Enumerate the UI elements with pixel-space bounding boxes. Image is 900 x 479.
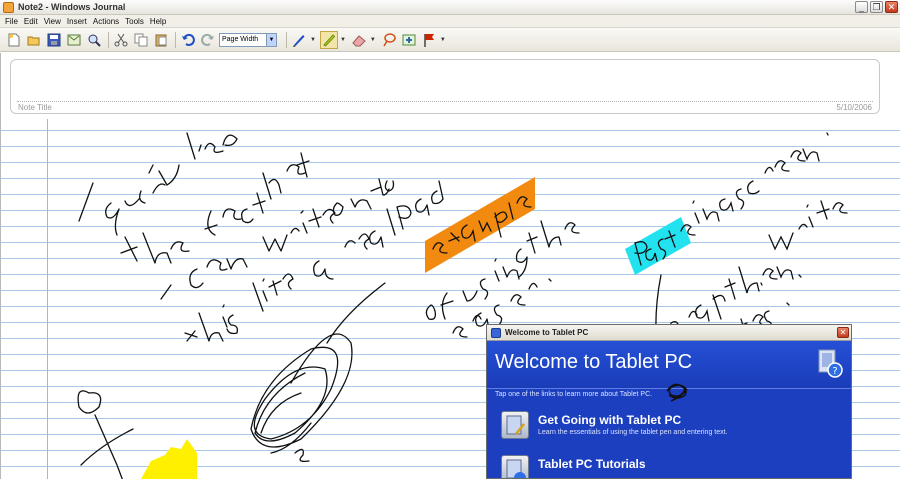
help-icon: ? (817, 348, 843, 383)
ink-stroke (80, 414, 134, 479)
menu-view[interactable]: View (44, 17, 61, 26)
welcome-titlebar[interactable]: Welcome to Tablet PC (487, 325, 851, 341)
ink-stroke (634, 224, 696, 266)
note-date: 5/10/2006 (836, 103, 872, 112)
ink-stroke (204, 192, 266, 236)
ink-stroke (262, 152, 310, 200)
menu-insert[interactable]: Insert (67, 17, 87, 26)
ink-stroke (526, 220, 580, 254)
get-going-link-description: Learn the essentials of using the tablet… (538, 429, 728, 436)
yellow-highlight (141, 439, 197, 479)
ink-stroke (250, 282, 386, 454)
close-button[interactable]: ✕ (885, 1, 898, 13)
welcome-window-title: Welcome to Tablet PC (505, 328, 589, 337)
zoom-select[interactable]: Page Width ▼ (219, 32, 277, 47)
ink-stroke (344, 208, 396, 250)
ink-stroke (252, 273, 294, 312)
eraser-icon[interactable] (350, 31, 368, 49)
ink-stroke (826, 132, 829, 136)
paste-icon[interactable] (152, 31, 170, 49)
copy-icon[interactable] (132, 31, 150, 49)
get-going-link[interactable]: Get Going with Tablet PC Learn the essen… (501, 407, 841, 443)
ink-stroke (294, 448, 310, 463)
find-icon[interactable] (85, 31, 103, 49)
window-title: Note2 - Windows Journal (18, 2, 126, 12)
ink-stroke (77, 390, 102, 414)
ink-stroke (186, 132, 238, 160)
menu-help[interactable]: Help (150, 17, 166, 26)
lasso-icon[interactable] (380, 31, 398, 49)
flag-options-icon[interactable]: ▼ (440, 37, 446, 43)
ink-stroke (735, 148, 820, 210)
ink-stroke (160, 284, 172, 300)
ink-stroke (262, 208, 336, 252)
menu-bar: File Edit View Insert Actions Tools Help (0, 15, 900, 28)
cyan-highlight (625, 217, 691, 275)
tutorials-link-title[interactable]: Tablet PC Tutorials (538, 457, 646, 471)
restore-button[interactable]: ❐ (870, 1, 883, 13)
ink-stroke (432, 196, 532, 254)
flag-icon[interactable] (420, 31, 438, 49)
send-icon[interactable] (65, 31, 83, 49)
insert-space-icon[interactable] (400, 31, 418, 49)
highlighter-options-icon[interactable]: ▼ (340, 37, 346, 43)
journal-app-icon (3, 1, 14, 13)
cut-icon[interactable] (112, 31, 130, 49)
welcome-close-button[interactable]: ✕ (837, 327, 849, 338)
highlighter-icon[interactable] (319, 30, 338, 49)
ink-stroke (768, 200, 848, 251)
menu-actions[interactable]: Actions (93, 17, 119, 26)
ink-stroke (724, 266, 794, 300)
undo-icon[interactable] (179, 31, 197, 49)
menu-tools[interactable]: Tools (125, 17, 144, 26)
ink-stroke (332, 178, 395, 216)
ink-stroke (78, 182, 94, 222)
eraser-options-icon[interactable]: ▼ (370, 37, 376, 43)
note-title-label: Note Title (18, 103, 52, 112)
pen-options-icon[interactable]: ▼ (310, 37, 316, 43)
ink-stroke (425, 292, 454, 320)
toolbar: Page Width ▼ ▼ ▼ ▼ ▼ (0, 28, 900, 52)
ink-stroke (396, 180, 444, 230)
ink-stroke (548, 278, 552, 282)
ink-stroke (462, 248, 528, 302)
chevron-down-icon[interactable]: ▼ (266, 33, 276, 46)
ink-stroke (189, 258, 248, 289)
welcome-intro: Tap one of the links to learn more about… (495, 391, 653, 398)
new-note-icon[interactable] (5, 31, 23, 49)
save-icon[interactable] (45, 31, 63, 49)
ink-scribble (666, 383, 688, 402)
minimize-button[interactable]: _ (855, 1, 868, 13)
ink-stroke (313, 260, 334, 280)
pen-icon[interactable] (290, 31, 308, 49)
ink-stroke (105, 164, 180, 236)
ink-stroke (120, 232, 190, 264)
open-icon[interactable] (25, 31, 43, 49)
page-margin-line (47, 119, 48, 479)
redo-icon[interactable] (199, 31, 217, 49)
get-going-link-title[interactable]: Get Going with Tablet PC (538, 413, 681, 427)
orange-highlight (425, 177, 535, 273)
title-bar: Note2 - Windows Journal _ ❐ ✕ (0, 0, 900, 15)
ink-stroke (184, 304, 239, 342)
note-title-area[interactable]: Note Title 5/10/2006 (10, 59, 880, 114)
menu-edit[interactable]: Edit (24, 17, 38, 26)
tutorials-icon (501, 455, 529, 478)
welcome-dialog[interactable]: Welcome to Tablet PC ✕ Welcome to Tablet… (486, 324, 852, 479)
ink-stroke (692, 198, 734, 224)
svg-text:?: ? (832, 366, 837, 377)
tablet-pen-icon (501, 411, 529, 439)
zoom-value: Page Width (222, 36, 259, 43)
ink-stroke (760, 274, 802, 286)
tutorials-link[interactable]: Tablet PC Tutorials (501, 451, 841, 478)
tablet-pc-icon (491, 327, 501, 338)
menu-file[interactable]: File (5, 17, 18, 26)
